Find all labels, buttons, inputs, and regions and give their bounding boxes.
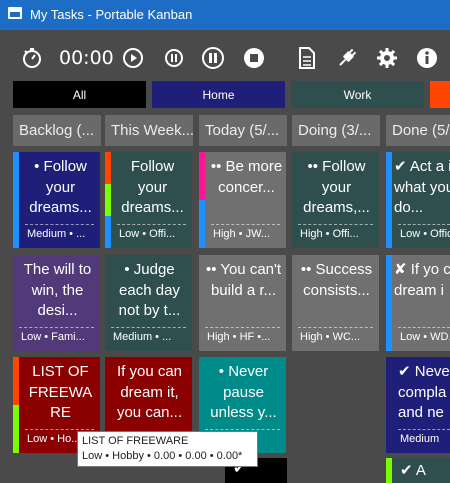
card-title: ✔ A <box>400 462 426 479</box>
color-stripe <box>13 152 19 248</box>
task-card[interactable]: Follow your dreams... Low • Offi... <box>105 152 192 248</box>
card-title: ✘ If yo can dream i <box>394 261 450 299</box>
column-header-backlog[interactable]: Backlog (... <box>13 115 101 146</box>
task-card[interactable]: •• Follow your dreams,... High • Offi... <box>292 152 379 248</box>
card-meta: High • JW... <box>213 228 271 240</box>
tooltip-details: Low • Hobby • 0.00 • 0.00 • 0.00* <box>82 450 243 462</box>
timer-display: 00:00 <box>59 47 114 69</box>
pause-small-icon[interactable] <box>160 44 188 72</box>
gear-icon[interactable] <box>373 44 401 72</box>
info-icon[interactable] <box>413 44 441 72</box>
card-title: ✔ Act a if what you do... <box>394 158 450 216</box>
plug-icon[interactable] <box>333 44 361 72</box>
card-divider <box>211 224 280 225</box>
task-card[interactable]: The will to win, the desi... Low • Fami.… <box>13 255 100 351</box>
card-divider <box>398 224 450 225</box>
card-divider <box>398 429 450 430</box>
card-title: If you can dream it, you can... <box>116 363 183 421</box>
card-divider <box>298 327 373 328</box>
color-stripe <box>105 152 111 184</box>
play-icon[interactable] <box>119 44 147 72</box>
task-card[interactable]: •• Be more concer... High • JW... <box>199 152 286 248</box>
card-meta: Medium <box>400 433 440 445</box>
filter-tab-work[interactable]: Work <box>291 81 424 108</box>
pause-icon[interactable] <box>199 44 227 72</box>
task-card[interactable]: ✘ If yo can dream i Low • WD... <box>386 255 450 351</box>
card-divider <box>25 224 94 225</box>
card-tooltip: LIST OF FREEWARE Low • Hobby • 0.00 • 0.… <box>77 431 258 467</box>
column-header-done[interactable]: Done (5/... <box>386 115 450 146</box>
card-title: • Judge each day not by t... <box>118 261 181 319</box>
card-divider <box>398 327 450 328</box>
card-title: • Follow your dreams... <box>29 158 92 216</box>
card-meta: Low • WD... <box>400 331 450 343</box>
card-title: •• Follow your dreams,... <box>303 158 370 216</box>
card-title: The will to win, the desi... <box>23 261 92 319</box>
kanban-board: 00:00 All Home Work Backlog (... This We… <box>0 30 450 483</box>
app-window-icon <box>8 7 22 19</box>
card-divider <box>19 327 94 328</box>
task-card[interactable]: ✔ Act a if what you do... Low • Offic... <box>386 152 450 248</box>
card-title: •• Success consists... <box>300 261 373 299</box>
card-meta: Low • Fami... <box>21 331 85 343</box>
card-meta: High • WC... <box>300 331 361 343</box>
task-card[interactable]: • Judge each day not by t... Medium • ..… <box>105 255 192 351</box>
card-title: •• Be more concer... <box>210 158 283 196</box>
column-header-doing[interactable]: Doing (3/... <box>292 115 380 146</box>
task-card[interactable]: • Follow your dreams... Medium • ... <box>13 152 100 248</box>
tooltip-title: LIST OF FREEWARE <box>82 435 189 447</box>
column-header-today[interactable]: Today (5/... <box>199 115 287 146</box>
card-title: ✔ Neve compla and ne <box>398 363 450 421</box>
color-stripe <box>199 200 205 248</box>
filter-tab-orange[interactable] <box>430 81 450 108</box>
stop-icon[interactable] <box>240 44 268 72</box>
card-meta: Low • Offic... <box>400 228 450 240</box>
card-divider <box>25 429 94 430</box>
document-icon[interactable] <box>293 44 321 72</box>
card-meta: High • HF •... <box>207 331 271 343</box>
color-stripe <box>105 184 111 216</box>
task-card[interactable]: •• You can't build a r... High • HF •... <box>199 255 286 351</box>
color-stripe <box>13 357 19 405</box>
card-meta: Low • Offi... <box>119 228 176 240</box>
color-stripe <box>199 152 205 200</box>
title-bar: My Tasks - Portable Kanban <box>0 0 450 30</box>
color-stripe <box>386 458 392 483</box>
card-divider <box>298 224 373 225</box>
card-divider <box>111 327 186 328</box>
filter-tab-all[interactable]: All <box>13 81 146 108</box>
task-card[interactable]: ✔ Neve compla and ne Medium <box>386 357 450 453</box>
color-stripe <box>105 216 111 248</box>
color-stripe <box>386 255 392 351</box>
card-title: • Never pause unless y... <box>210 363 277 421</box>
card-meta: Medium • ... <box>113 331 172 343</box>
task-card[interactable]: ✔ A <box>386 458 450 483</box>
column-header-this-week[interactable]: This Week... <box>105 115 193 146</box>
card-title: LIST OF FREEWA RE <box>28 363 93 421</box>
card-title: •• You can't build a r... <box>205 261 282 299</box>
card-meta: High • Offi... <box>300 228 359 240</box>
color-stripe <box>13 405 19 453</box>
card-divider <box>205 327 280 328</box>
card-divider <box>205 429 280 430</box>
card-title: Follow your dreams... <box>121 158 184 216</box>
card-divider <box>117 224 186 225</box>
stopwatch-icon[interactable] <box>18 44 46 72</box>
window-title: My Tasks - Portable Kanban <box>30 7 193 22</box>
color-stripe <box>386 152 392 248</box>
filter-tab-home[interactable]: Home <box>152 81 285 108</box>
task-card[interactable]: •• Success consists... High • WC... <box>292 255 379 351</box>
card-meta: Medium • ... <box>27 228 86 240</box>
